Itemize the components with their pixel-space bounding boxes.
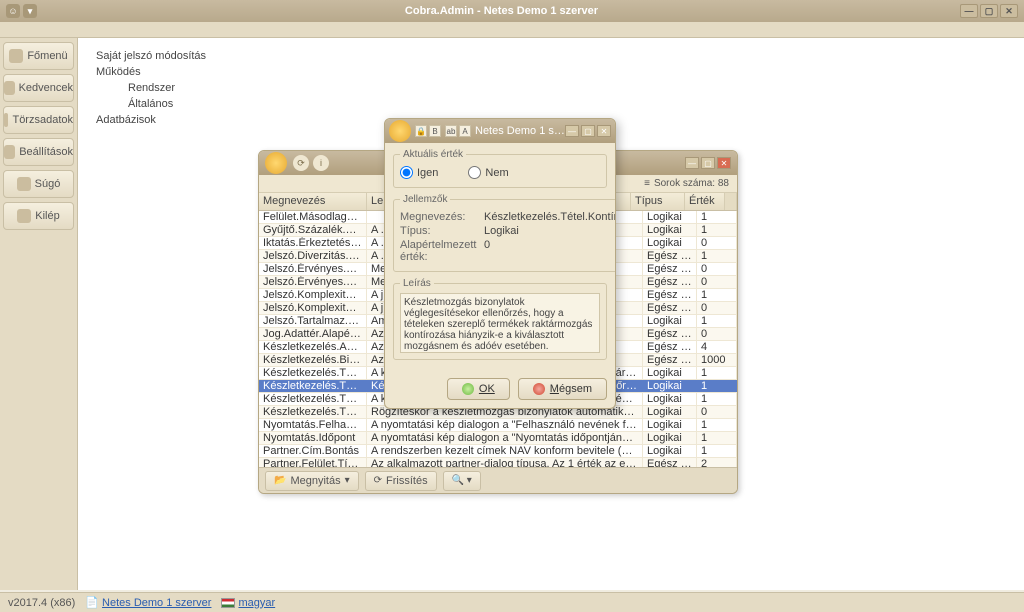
window-title: Cobra.Admin - Netes Demo 1 szerver	[43, 5, 960, 17]
cancel-icon	[533, 383, 545, 395]
tree-node[interactable]: Rendszer	[92, 80, 1010, 96]
tree-node[interactable]: Működés	[92, 64, 1010, 80]
nav-tree[interactable]: Saját jelszó módosítás Működés Rendszer …	[92, 48, 1010, 128]
sidebar: Főmenü Kedvencek Törzsadatok Beállítások…	[0, 38, 78, 590]
radio-input[interactable]	[468, 166, 481, 179]
sidebar-item-beallitasok[interactable]: Beállítások	[3, 138, 74, 166]
sidebar-item-torzsadatok[interactable]: Törzsadatok	[3, 106, 74, 134]
prop-value: Készletkezelés.Tétel.Kontírozás.Ellenőrz…	[484, 211, 616, 223]
system-menu-icons: ☺ ▾	[6, 4, 37, 18]
dialog-title: Netes Demo 1 szerver - Rends...	[475, 125, 565, 137]
db-icon	[4, 113, 8, 127]
button-label: OK	[479, 383, 495, 395]
exit-icon	[17, 209, 31, 223]
maximize-button[interactable]: ▢	[701, 157, 715, 169]
ok-button[interactable]: OK	[447, 378, 510, 400]
sidebar-item-fomenu[interactable]: Főmenü	[3, 42, 74, 70]
table-row[interactable]: Partner.Cím.BontásA rendszerben kezelt c…	[259, 445, 737, 458]
abc-icon[interactable]: ab	[445, 125, 457, 137]
filter-button[interactable]: 🔍 ▾	[443, 471, 481, 491]
radio-label: Igen	[417, 167, 438, 179]
close-button[interactable]: ✕	[1000, 4, 1018, 18]
button-label: Mégsem	[550, 383, 592, 395]
radio-label: Nem	[485, 167, 508, 179]
app-smiley-icon	[389, 120, 411, 142]
sidebar-item-label: Kilép	[35, 210, 59, 222]
sidebar-item-sugo[interactable]: Súgó	[3, 170, 74, 198]
sidebar-item-label: Törzsadatok	[12, 114, 73, 126]
col-ertek[interactable]: Érték	[685, 193, 725, 210]
tree-node[interactable]: Saját jelszó módosítás	[92, 48, 1010, 64]
minimize-button[interactable]: —	[685, 157, 699, 169]
group-legend: Leírás	[400, 278, 434, 289]
prop-value: Logikai	[484, 225, 616, 237]
description-group: Leírás Készletmozgás bizonylatok véglege…	[393, 278, 607, 360]
language-link[interactable]: magyar	[238, 597, 275, 609]
lock-a-icon[interactable]: 🔒	[415, 125, 427, 137]
gear-icon	[4, 145, 15, 159]
sidebar-item-label: Beállítások	[19, 146, 73, 158]
ok-icon	[462, 383, 474, 395]
sidebar-item-label: Főmenü	[27, 50, 67, 62]
app-smiley-icon	[265, 152, 287, 174]
minimize-button[interactable]: —	[960, 4, 978, 18]
b-icon[interactable]: B	[429, 125, 441, 137]
group-legend: Aktuális érték	[400, 149, 466, 160]
button-label: Megnyitás	[290, 475, 340, 487]
toolbar-refresh-icon[interactable]: ⟳	[293, 155, 309, 171]
close-button[interactable]: ✕	[597, 125, 611, 137]
prop-key: Típus:	[400, 225, 484, 237]
edit-dialog: 🔒 B ab A Netes Demo 1 szerver - Rends...…	[384, 118, 616, 409]
refresh-button[interactable]: ⟳ Frissítés	[365, 471, 437, 491]
version-label: v2017.4 (x86)	[8, 597, 75, 609]
minimize-button[interactable]: —	[565, 125, 579, 137]
sidebar-item-kedvencek[interactable]: Kedvencek	[3, 74, 74, 102]
group-legend: Jellemzők	[400, 194, 450, 205]
help-icon	[17, 177, 31, 191]
table-row[interactable]: Partner.Felület.TípusAz alkalmazott part…	[259, 458, 737, 467]
toolbar-info-icon[interactable]: i	[313, 155, 329, 171]
server-link[interactable]: Netes Demo 1 szerver	[102, 597, 211, 609]
col-megnevezes[interactable]: Megnevezés	[259, 193, 367, 210]
prop-key: Alapértelmezett érték:	[400, 239, 484, 263]
ribbon-tabstrip	[0, 22, 1024, 38]
app-dropdown-icon[interactable]: ▾	[23, 4, 37, 18]
titlebar: ☺ ▾ Cobra.Admin - Netes Demo 1 szerver —…	[0, 0, 1024, 22]
description-text[interactable]: Készletmozgás bizonylatok véglegesítések…	[400, 293, 600, 353]
star-icon	[4, 81, 15, 95]
status-bar: v2017.4 (x86) 📄 Netes Demo 1 szerver mag…	[0, 592, 1024, 612]
sidebar-item-label: Kedvencek	[19, 82, 73, 94]
table-row[interactable]: Nyomtatás.FelhasználóA nyomtatási kép di…	[259, 419, 737, 432]
app-smiley-icon[interactable]: ☺	[6, 4, 20, 18]
radio-igen[interactable]: Igen	[400, 166, 438, 179]
radio-nem[interactable]: Nem	[468, 166, 508, 179]
a-icon[interactable]: A	[459, 125, 471, 137]
close-button[interactable]: ✕	[717, 157, 731, 169]
tree-node[interactable]: Általános	[92, 96, 1010, 112]
sidebar-item-kilep[interactable]: Kilép	[3, 202, 74, 230]
radio-input[interactable]	[400, 166, 413, 179]
properties-group: Jellemzők Megnevezés:Készletkezelés.Téte…	[393, 194, 616, 272]
sidebar-item-label: Súgó	[35, 178, 61, 190]
col-tipus[interactable]: Típus	[631, 193, 685, 210]
maximize-button[interactable]: ▢	[980, 4, 998, 18]
window-controls: — ▢ ✕	[960, 4, 1018, 18]
maximize-button[interactable]: ▢	[581, 125, 595, 137]
flag-hu-icon	[221, 598, 235, 608]
cancel-button[interactable]: Mégsem	[518, 378, 607, 400]
table-row[interactable]: Nyomtatás.IdőpontA nyomtatási kép dialog…	[259, 432, 737, 445]
prop-value: 0	[484, 239, 616, 263]
button-label: Frissítés	[386, 475, 428, 487]
dialog-titlebar[interactable]: 🔒 B ab A Netes Demo 1 szerver - Rends...…	[385, 119, 615, 143]
prop-key: Megnevezés:	[400, 211, 484, 223]
open-button[interactable]: 📂 Megnyitás ▾	[265, 471, 359, 491]
menu-icon	[9, 49, 23, 63]
current-value-group: Aktuális érték Igen Nem	[393, 149, 607, 188]
